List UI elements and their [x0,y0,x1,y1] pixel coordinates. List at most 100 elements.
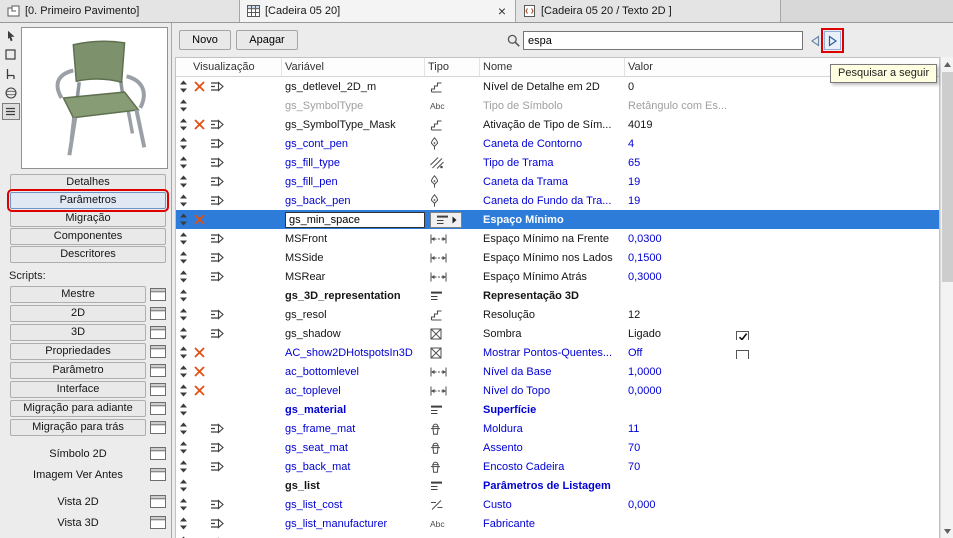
script-window-button-parametro[interactable] [148,363,168,379]
script-flag-icon[interactable] [210,442,225,453]
script-window-button-migracao-para-tras[interactable] [148,420,168,436]
hide-x-icon[interactable] [193,119,205,130]
tab-close-icon[interactable]: × [496,4,508,18]
tab-cadeira-05-20-texto-2d[interactable]: [Cadeira 05 20 / Texto 2D ] [516,0,781,22]
script-button-migracao-para-tras[interactable]: Migração para trás [10,419,146,436]
param-row-gs_SymbolType[interactable]: gs_SymbolType Abc Tipo de Símbolo Retângulo… [176,96,939,115]
column-header-nome[interactable]: Nome [480,58,625,76]
tab-cadeira-05-20[interactable]: [Cadeira 05 20] × [240,0,516,22]
view-window-button-vista-2d[interactable] [148,494,168,510]
script-button-3d[interactable]: 3D [10,324,146,341]
search-previous-button[interactable] [806,31,823,50]
updown-icon[interactable] [179,232,188,245]
hide-x-icon[interactable] [193,385,205,396]
param-row-gs_fill_pen[interactable]: gs_fill_pen Caneta da Trama 19 [176,172,939,191]
hide-x-icon[interactable] [193,214,205,225]
script-flag-icon[interactable] [210,119,225,130]
vertical-scrollbar[interactable] [940,57,953,538]
script-window-button-propriedades[interactable] [148,344,168,360]
param-row-AC_show2DHotspotsIn3D[interactable]: AC_show2DHotspotsIn3D Mostrar Pontos-Quen… [176,343,939,362]
updown-icon[interactable] [179,118,188,131]
param-row-gs_min_space[interactable]: gs_min_space Espaço Mínimo [176,210,939,229]
updown-icon[interactable] [179,99,188,112]
updown-icon[interactable] [179,80,188,93]
script-flag-icon[interactable] [210,233,225,244]
param-row-MSSide[interactable]: MSSide Espaço Mínimo nos Lados 0,1500 [176,248,939,267]
type-picker-button[interactable] [430,211,462,228]
new-button[interactable]: Novo [179,30,231,50]
script-window-button-2d[interactable] [148,306,168,322]
param-row-gs_resol[interactable]: gs_resol Resolução 12 [176,305,939,324]
preview-mode-lines-button[interactable] [1,103,20,120]
script-flag-icon[interactable] [210,461,225,472]
column-header-variavel[interactable]: Variável [282,58,425,76]
hide-x-icon[interactable] [193,366,205,377]
hide-x-icon[interactable] [193,81,205,92]
param-row-MSFront[interactable]: MSFront Espaço Mínimo na Frente 0,0300 [176,229,939,248]
view-window-button-vista-3d[interactable] [148,515,168,531]
checkbox-unchecked[interactable] [736,349,749,359]
param-row-gs_back_mat[interactable]: gs_back_mat Encosto Cadeira 70 [176,457,939,476]
script-flag-icon[interactable] [210,195,225,206]
script-flag-icon[interactable] [210,252,225,263]
scrollbar-thumb[interactable] [942,72,953,282]
script-window-button-migracao-para-adiante[interactable] [148,401,168,417]
updown-icon[interactable] [179,422,188,435]
tab-0-primeiro-pavimento[interactable]: [0. Primeiro Pavimento] [0,0,240,22]
param-row-gs_seat_mat[interactable]: gs_seat_mat Assento 70 [176,438,939,457]
sidebar-button-detalhes[interactable]: Detalhes [10,174,166,191]
script-flag-icon[interactable] [210,423,225,434]
symbol-window-button-simbolo-2d[interactable] [148,446,168,462]
updown-icon[interactable] [179,194,188,207]
updown-icon[interactable] [179,175,188,188]
param-row-gs_back_pen[interactable]: gs_back_pen Caneta do Fundo da Tra... 19 [176,191,939,210]
preview-mode-chair-side-button[interactable] [2,65,20,82]
updown-icon[interactable] [179,270,188,283]
sidebar-button-descritores[interactable]: Descritores [10,246,166,263]
preview-mode-pointer-button[interactable] [2,27,20,44]
script-button-migracao-para-adiante[interactable]: Migração para adiante [10,400,146,417]
script-flag-icon[interactable] [210,138,225,149]
sidebar-button-componentes[interactable]: Componentes [10,228,166,245]
scroll-up-icon[interactable] [941,57,953,71]
script-flag-icon[interactable] [210,328,225,339]
script-flag-icon[interactable] [210,157,225,168]
script-flag-icon[interactable] [210,271,225,282]
script-button-parametro[interactable]: Parâmetro [10,362,146,379]
updown-icon[interactable] [179,498,188,511]
script-flag-icon[interactable] [210,499,225,510]
preview-mode-square-button[interactable] [2,46,20,63]
param-row-gs_list_cost[interactable]: gs_list_cost Custo 0,000 [176,495,939,514]
updown-icon[interactable] [179,384,188,397]
sidebar-button-migracao[interactable]: Migração [10,210,166,227]
param-row-gs_SymbolType_Mask[interactable]: gs_SymbolType_Mask Ativação de Tipo de Sí… [176,115,939,134]
updown-icon[interactable] [179,308,188,321]
script-window-button-3d[interactable] [148,325,168,341]
param-row-gs_cont_pen[interactable]: gs_cont_pen Caneta de Contorno 4 [176,134,939,153]
updown-icon[interactable] [179,479,188,492]
updown-icon[interactable] [179,137,188,150]
param-row-ac_toplevel[interactable]: ac_toplevel Nível do Topo 0,0000 [176,381,939,400]
param-row-gs_detlevel_2D_m[interactable]: gs_detlevel_2D_m Nível de Detalhe em 2D 0 [176,77,939,96]
param-row[interactable] [176,533,939,538]
checkbox-checked[interactable] [736,330,749,340]
updown-icon[interactable] [179,441,188,454]
param-row-ac_bottomlevel[interactable]: ac_bottomlevel Nível da Base 1,0000 [176,362,939,381]
delete-button[interactable]: Apagar [236,30,298,50]
script-flag-icon[interactable] [210,81,225,92]
script-button-interface[interactable]: Interface [10,381,146,398]
updown-icon[interactable] [179,403,188,416]
param-row-MSRear[interactable]: MSRear Espaço Mínimo Atrás 0,3000 [176,267,939,286]
updown-icon[interactable] [179,365,188,378]
updown-icon[interactable] [179,346,188,359]
variable-name-input[interactable]: gs_min_space [285,211,425,228]
updown-icon[interactable] [179,251,188,264]
param-row-gs_shadow[interactable]: gs_shadow Sombra Ligado [176,324,939,343]
preview-mode-sphere-button[interactable] [2,84,20,101]
symbol-window-button-imagem-ver-antes[interactable] [148,467,168,483]
updown-icon[interactable] [179,156,188,169]
script-button-mestre[interactable]: Mestre [10,286,146,303]
script-flag-icon[interactable] [210,309,225,320]
search-input[interactable] [523,31,803,50]
hide-x-icon[interactable] [193,347,205,358]
